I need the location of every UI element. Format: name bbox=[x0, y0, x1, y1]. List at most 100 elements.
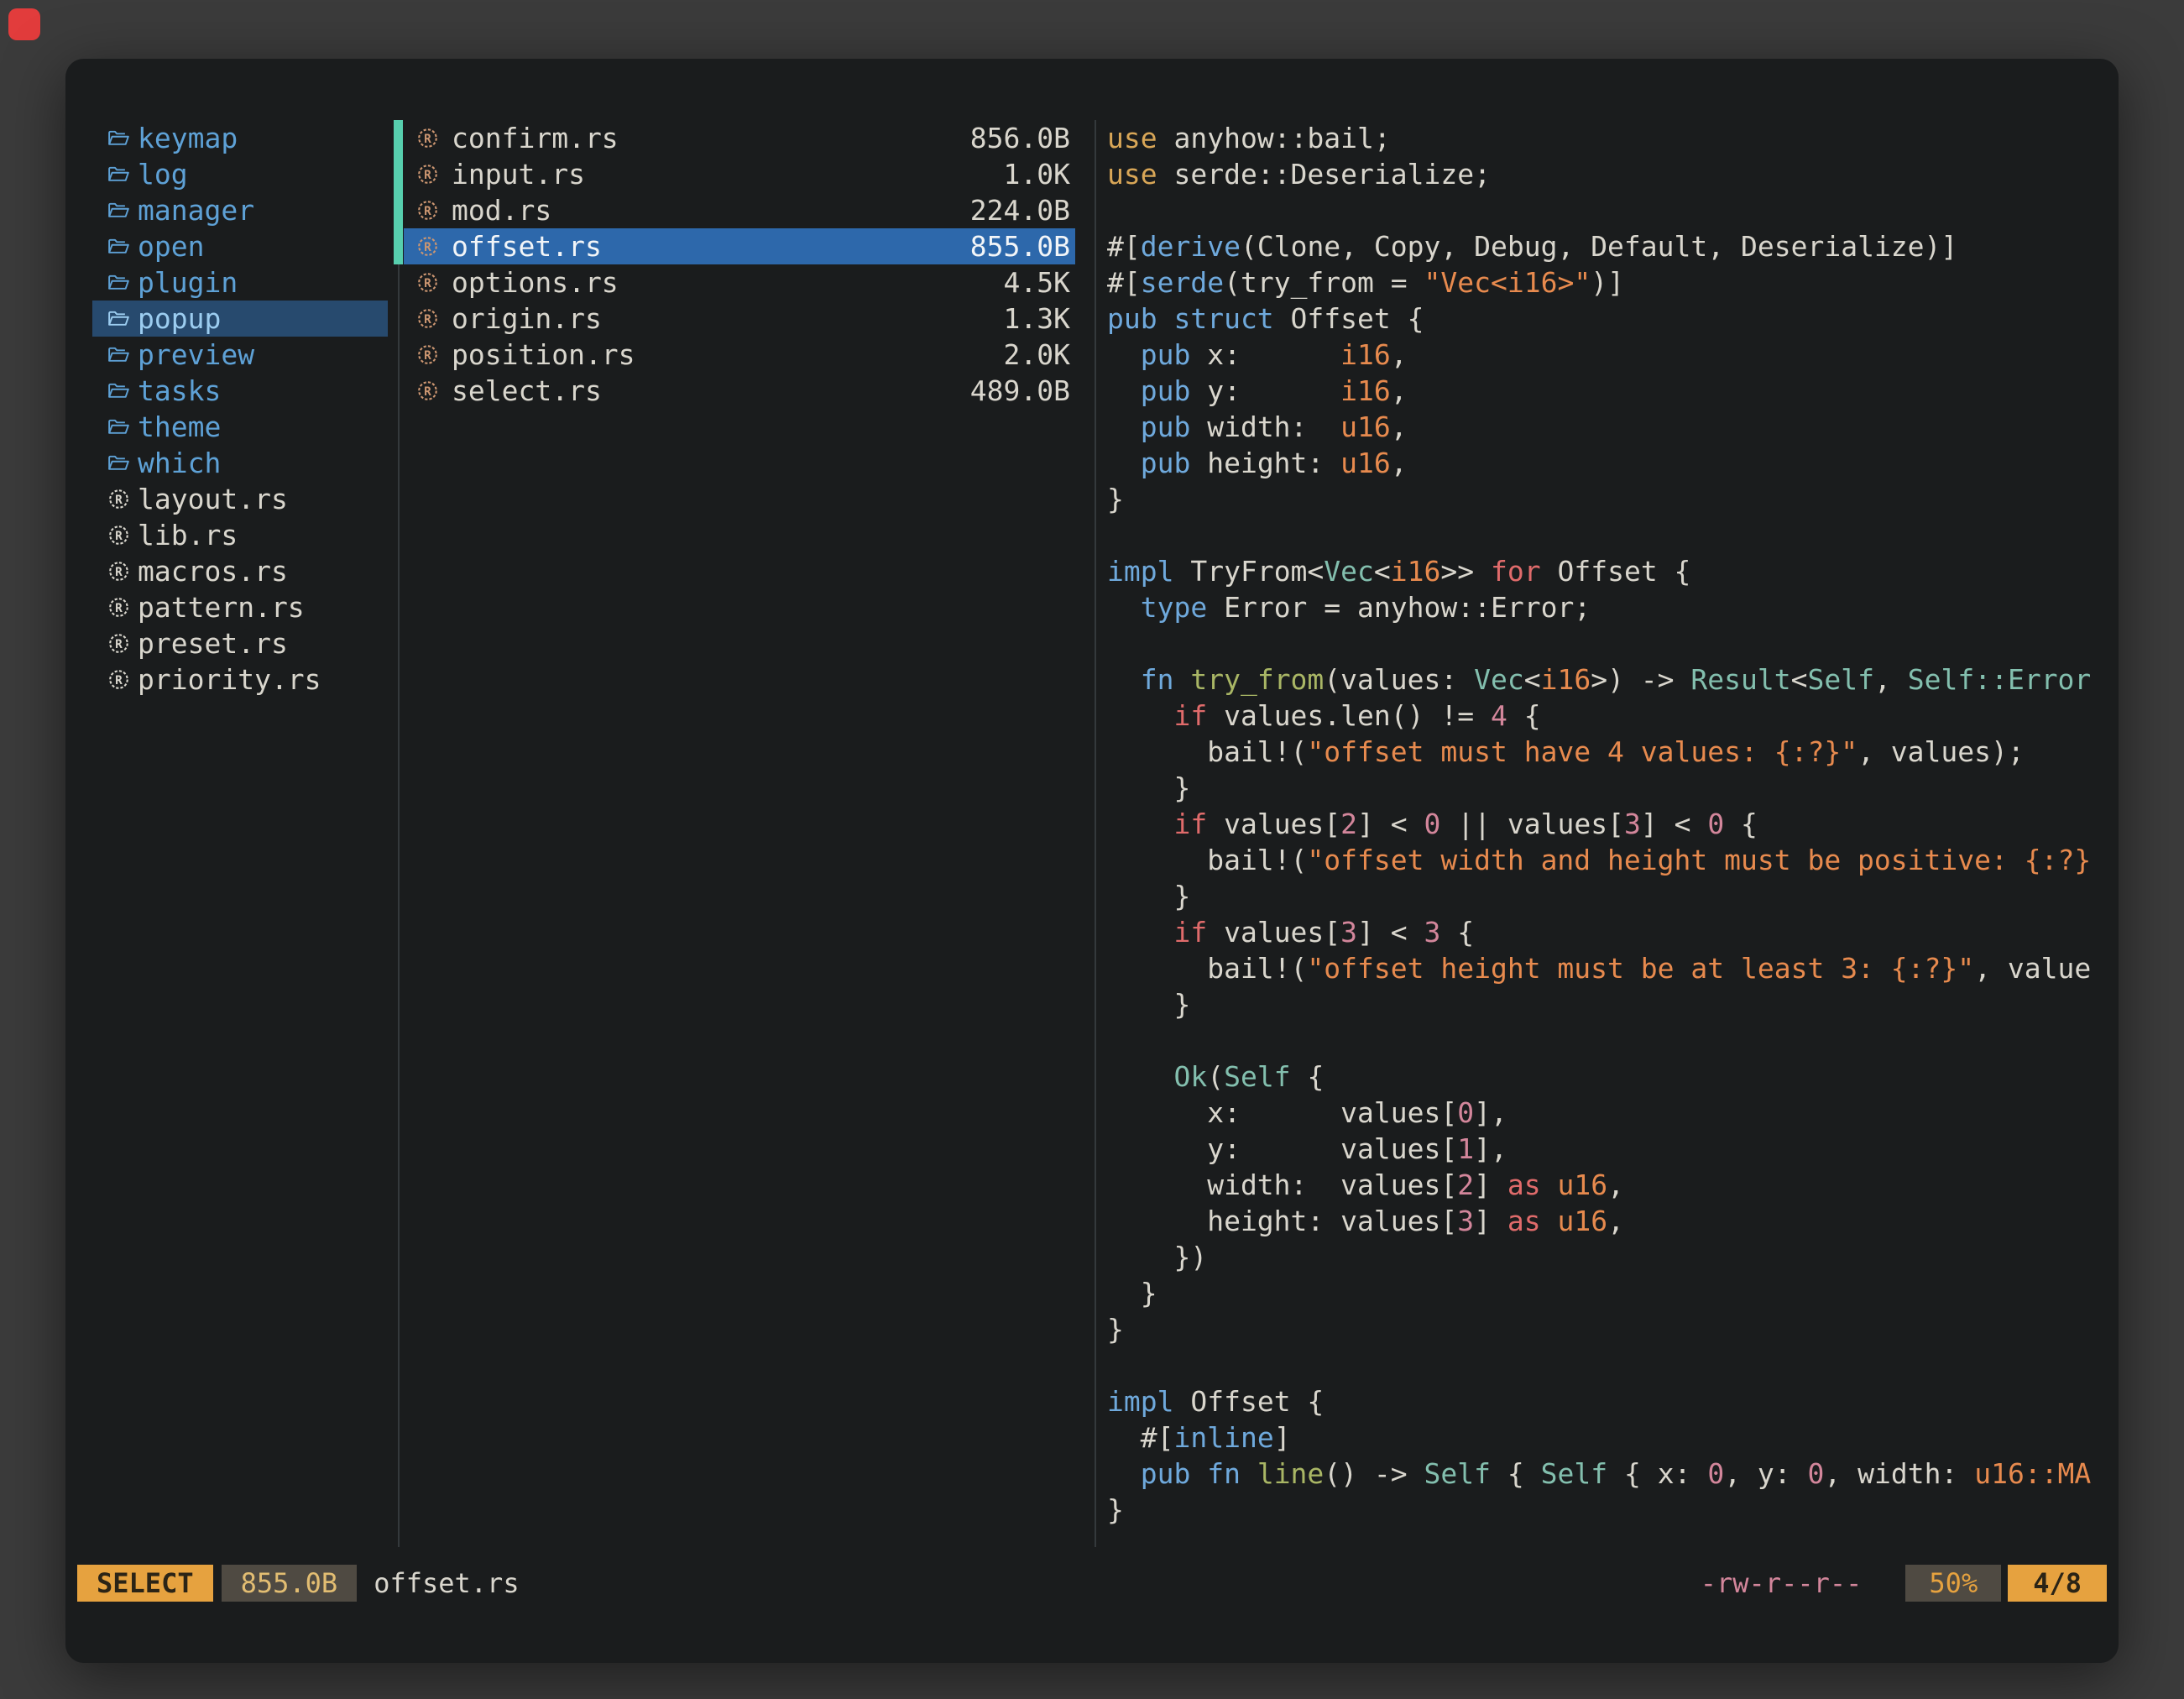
sidebar-item-which[interactable]: which bbox=[92, 445, 388, 481]
code-line: fn try_from(values: Vec<i16>) -> Result<… bbox=[1107, 661, 2098, 698]
file-row-confirm-rs[interactable]: Rconfirm.rs856.0B bbox=[404, 120, 1075, 156]
sidebar-item-label: theme bbox=[138, 409, 221, 445]
sidebar-item-label: tasks bbox=[138, 373, 221, 409]
sidebar-item-theme[interactable]: theme bbox=[92, 409, 388, 445]
file-name: origin.rs bbox=[452, 301, 602, 337]
rust-file-icon: R bbox=[417, 236, 438, 257]
file-permissions: -rw-r--r-- bbox=[1701, 1567, 1863, 1599]
status-bar: SELECT 855.0B offset.rs -rw-r--r-- 50% 4… bbox=[77, 1565, 2107, 1602]
file-row-input-rs[interactable]: Rinput.rs 1.0K bbox=[404, 156, 1075, 192]
svg-text:R: R bbox=[115, 602, 123, 615]
sidebar-item-keymap[interactable]: keymap bbox=[92, 120, 388, 156]
folder-icon bbox=[108, 344, 129, 365]
code-line: if values[2] < 0 || values[3] < 0 { bbox=[1107, 806, 2098, 842]
sidebar-item-popup[interactable]: popup bbox=[92, 301, 388, 337]
code-line: impl TryFrom<Vec<i16>> for Offset { bbox=[1107, 553, 2098, 589]
rust-file-icon: R bbox=[417, 344, 438, 365]
sidebar-item-label: priority.rs bbox=[138, 661, 321, 698]
code-line: #[derive(Clone, Copy, Debug, Default, De… bbox=[1107, 228, 2098, 264]
sidebar-item-layout-rs[interactable]: Rlayout.rs bbox=[92, 481, 388, 517]
mode-badge: SELECT bbox=[77, 1565, 213, 1602]
parent-pane: keymaplogmanageropenpluginpopuppreviewta… bbox=[92, 120, 388, 698]
file-size-badge: 855.0B bbox=[222, 1565, 358, 1602]
svg-text:R: R bbox=[424, 349, 431, 363]
rust-file-icon: R bbox=[417, 128, 438, 149]
code-line: #[serde(try_from = "Vec<i16>")] bbox=[1107, 264, 2098, 301]
file-row-select-rs[interactable]: Rselect.rs 489.0B bbox=[404, 373, 1075, 409]
file-size: 489.0B bbox=[970, 373, 1070, 409]
rust-file-icon: R bbox=[108, 633, 129, 654]
file-name: mod.rs bbox=[452, 192, 551, 228]
file-size: 224.0B bbox=[970, 192, 1070, 228]
file-row-position-rs[interactable]: Rposition.rs2.0K bbox=[404, 337, 1075, 373]
folder-icon bbox=[108, 236, 129, 257]
pane-separator-left bbox=[398, 120, 400, 1547]
file-row-offset-rs[interactable]: Roffset.rs855.0B bbox=[404, 228, 1075, 264]
file-name: offset.rs bbox=[452, 228, 602, 264]
file-preview-pane: use anyhow::bail;use serde::Deserialize;… bbox=[1107, 120, 2098, 1555]
sidebar-item-tasks[interactable]: tasks bbox=[92, 373, 388, 409]
file-name: select.rs bbox=[452, 373, 602, 409]
svg-text:R: R bbox=[424, 133, 431, 146]
rust-file-icon: R bbox=[417, 308, 438, 329]
pane-separator-right bbox=[1095, 120, 1096, 1547]
sidebar-item-label: preset.rs bbox=[138, 625, 288, 661]
code-line: use serde::Deserialize; bbox=[1107, 156, 2098, 192]
svg-text:R: R bbox=[424, 169, 431, 182]
folder-icon bbox=[108, 200, 129, 221]
code-line: } bbox=[1107, 1492, 2098, 1528]
code-line: bail!("offset height must be at least 3:… bbox=[1107, 950, 2098, 986]
code-line: if values[3] < 3 { bbox=[1107, 914, 2098, 950]
sidebar-item-label: open bbox=[138, 228, 204, 264]
current-directory-pane: Rconfirm.rs856.0BRinput.rs1.0KRmod.rs224… bbox=[404, 120, 1075, 409]
rust-file-icon: R bbox=[417, 164, 438, 185]
window-control-dot[interactable] bbox=[8, 8, 40, 40]
file-size: 1.0K bbox=[1004, 156, 1070, 192]
file-row-options-rs[interactable]: Roptions.rs4.5K bbox=[404, 264, 1075, 301]
code-line: bail!("offset must have 4 values: {:?}",… bbox=[1107, 734, 2098, 770]
sidebar-item-priority-rs[interactable]: Rpriority.rs bbox=[92, 661, 388, 698]
code-line: #[inline] bbox=[1107, 1419, 2098, 1456]
sidebar-item-preset-rs[interactable]: Rpreset.rs bbox=[92, 625, 388, 661]
svg-text:R: R bbox=[115, 530, 123, 543]
code-line: height: values[3] as u16, bbox=[1107, 1203, 2098, 1239]
file-row-mod-rs[interactable]: Rmod.rs 224.0B bbox=[404, 192, 1075, 228]
sidebar-item-plugin[interactable]: plugin bbox=[92, 264, 388, 301]
sidebar-item-log[interactable]: log bbox=[92, 156, 388, 192]
rust-file-icon: R bbox=[108, 561, 129, 582]
svg-text:R: R bbox=[424, 313, 431, 327]
rust-file-icon: R bbox=[108, 525, 129, 546]
sidebar-item-pattern-rs[interactable]: Rpattern.rs bbox=[92, 589, 388, 625]
scrollbar-thumb[interactable] bbox=[394, 120, 403, 264]
folder-icon bbox=[108, 380, 129, 401]
svg-text:R: R bbox=[424, 241, 431, 254]
sidebar-item-open[interactable]: open bbox=[92, 228, 388, 264]
status-filename: offset.rs bbox=[374, 1567, 519, 1599]
sidebar-item-label: preview bbox=[138, 337, 254, 373]
code-line: width: values[2] as u16, bbox=[1107, 1167, 2098, 1203]
code-line: type Error = anyhow::Error; bbox=[1107, 589, 2098, 625]
sidebar-item-preview[interactable]: preview bbox=[92, 337, 388, 373]
folder-icon bbox=[108, 272, 129, 293]
code-line bbox=[1107, 517, 2098, 553]
code-line: use anyhow::bail; bbox=[1107, 120, 2098, 156]
code-line: Ok(Self { bbox=[1107, 1059, 2098, 1095]
file-name: input.rs bbox=[452, 156, 585, 192]
sidebar-item-label: plugin bbox=[138, 264, 238, 301]
file-row-origin-rs[interactable]: Rorigin.rs1.3K bbox=[404, 301, 1075, 337]
code-line: pub struct Offset { bbox=[1107, 301, 2098, 337]
sidebar-item-label: layout.rs bbox=[138, 481, 288, 517]
svg-text:R: R bbox=[424, 385, 431, 399]
code-line: if values.len() != 4 { bbox=[1107, 698, 2098, 734]
sidebar-item-manager[interactable]: manager bbox=[92, 192, 388, 228]
sidebar-item-label: macros.rs bbox=[138, 553, 288, 589]
sidebar-item-lib-rs[interactable]: Rlib.rs bbox=[92, 517, 388, 553]
rust-file-icon: R bbox=[417, 200, 438, 221]
code-line: y: values[1], bbox=[1107, 1131, 2098, 1167]
svg-text:R: R bbox=[424, 205, 431, 218]
sidebar-item-macros-rs[interactable]: Rmacros.rs bbox=[92, 553, 388, 589]
code-line: impl Offset { bbox=[1107, 1383, 2098, 1419]
code-line: } bbox=[1107, 1311, 2098, 1347]
rust-file-icon: R bbox=[108, 669, 129, 690]
code-line: pub height: u16, bbox=[1107, 445, 2098, 481]
